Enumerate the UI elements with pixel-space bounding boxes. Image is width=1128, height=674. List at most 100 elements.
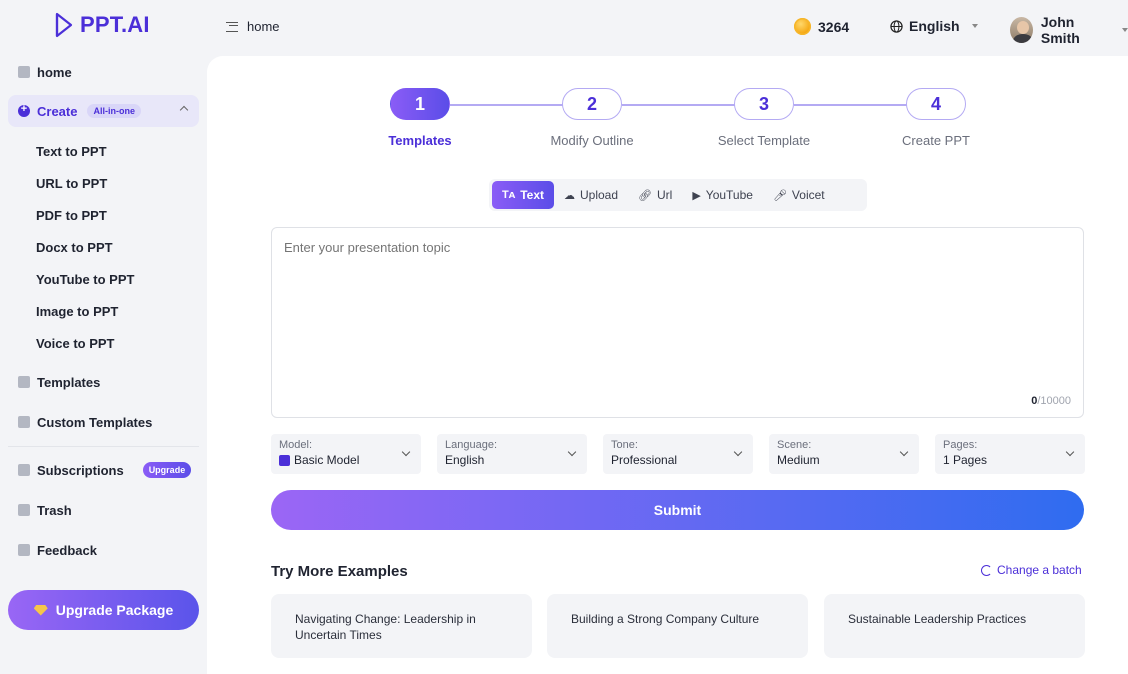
sidebar-subitem-youtube-to-ppt[interactable]: YouTube to PPT: [36, 272, 134, 287]
pages-value: 1 Pages: [943, 453, 988, 467]
character-max: /10000: [1037, 395, 1071, 407]
points-value: 3264: [818, 18, 850, 35]
model-select[interactable]: Model: Basic Model: [271, 434, 421, 474]
feedback-icon: [18, 544, 30, 556]
sidebar-subitem-image-to-ppt[interactable]: Image to PPT: [36, 304, 118, 319]
text-icon: Tᴀ: [502, 189, 516, 201]
sidebar-item-label: Custom Templates: [37, 414, 153, 430]
language-value: English: [445, 453, 485, 467]
language-value: English: [909, 18, 960, 34]
model-label: Model:: [279, 439, 313, 451]
example-card[interactable]: Building a Strong Company Culture: [547, 594, 808, 658]
step-3-indicator[interactable]: 3: [734, 88, 794, 120]
sidebar-divider: [8, 446, 199, 447]
chevron-down-icon: [1122, 28, 1128, 32]
change-batch-button[interactable]: Change a batch: [981, 563, 1082, 577]
upgrade-package-button[interactable]: Upgrade Package: [8, 590, 199, 630]
tab-text[interactable]: Tᴀ Text: [492, 181, 554, 209]
submit-button[interactable]: Submit: [271, 490, 1084, 530]
sidebar-subitem-text-to-ppt[interactable]: Text to PPT: [36, 144, 107, 159]
model-value: Basic Model: [294, 453, 360, 467]
logo[interactable]: PPT.AI: [54, 12, 150, 38]
step-connector: [450, 104, 563, 106]
subscription-icon: [18, 464, 30, 476]
tone-select[interactable]: Tone: Professional: [603, 434, 753, 474]
sidebar-item-label: Feedback: [37, 542, 97, 558]
tab-label: Voicet: [791, 188, 825, 202]
avatar: [1010, 17, 1033, 43]
diamond-icon: [33, 604, 48, 616]
sidebar-item-label: Trash: [37, 502, 72, 518]
refresh-icon: [981, 564, 992, 576]
sidebar-subitem-pdf-to-ppt[interactable]: PDF to PPT: [36, 208, 107, 223]
logo-text: PPT.AI: [80, 12, 150, 37]
breadcrumb[interactable]: home: [226, 19, 280, 34]
step-connector: [794, 104, 907, 106]
sidebar-item-templates[interactable]: Templates: [8, 366, 199, 398]
microphone-icon: 🎤︎: [772, 189, 787, 202]
sidebar-item-label: home: [37, 64, 72, 80]
step-2-indicator[interactable]: 2: [562, 88, 622, 120]
sidebar-item-trash[interactable]: Trash: [8, 494, 199, 526]
step-1-indicator[interactable]: 1: [390, 88, 450, 120]
tab-voice[interactable]: 🎤︎ Voicet: [763, 181, 835, 209]
step-connector: [622, 104, 735, 106]
step-3-label: Select Template: [717, 133, 811, 148]
tone-label: Tone:: [611, 439, 638, 451]
step-4-indicator[interactable]: 4: [906, 88, 966, 120]
layout-icon: [18, 416, 30, 428]
tab-label: Text: [520, 188, 544, 202]
coin-icon: [794, 18, 811, 35]
sidebar-item-feedback[interactable]: Feedback: [8, 534, 199, 566]
chevron-up-icon[interactable]: [179, 105, 189, 115]
example-card[interactable]: Sustainable Leadership Practices: [824, 594, 1085, 658]
tab-label: Upload: [580, 188, 619, 202]
plus-circle-icon: [18, 103, 30, 117]
change-batch-label: Change a batch: [997, 563, 1082, 577]
upgrade-badge[interactable]: Upgrade: [142, 462, 192, 478]
globe-icon: [890, 19, 903, 33]
tab-youtube[interactable]: ▶ YouTube: [682, 181, 763, 209]
templates-icon: [18, 376, 30, 388]
chevron-down-icon: [971, 24, 978, 28]
language-select[interactable]: Language: English: [437, 434, 587, 474]
user-name: John Smith: [1040, 14, 1080, 46]
sidebar-item-custom-templates[interactable]: Custom Templates: [8, 406, 199, 438]
sidebar-item-subscriptions[interactable]: Subscriptions Upgrade: [8, 454, 199, 486]
tone-value: Professional: [611, 453, 678, 467]
breadcrumb-current: home: [247, 19, 280, 34]
trash-icon: [18, 504, 30, 516]
logo-icon: [55, 12, 73, 38]
home-icon: [18, 66, 30, 78]
sidebar-item-label: Subscriptions: [37, 462, 124, 478]
examples-title: Try More Examples: [271, 563, 408, 580]
top-bar: PPT.AI home 3264 English John Smith: [0, 0, 1128, 56]
sidebar-subitem-url-to-ppt[interactable]: URL to PPT: [36, 176, 107, 191]
all-in-one-badge: All-in-one: [87, 104, 141, 118]
menu-toggle-icon[interactable]: [226, 21, 238, 32]
tab-upload[interactable]: ☁ Upload: [554, 181, 628, 209]
sidebar-item-label: Templates: [37, 374, 101, 390]
sidebar-item-label: Create: [37, 103, 78, 119]
step-4-label: Create PPT: [902, 133, 970, 148]
scene-select[interactable]: Scene: Medium: [769, 434, 919, 474]
scene-label: Scene:: [777, 439, 812, 451]
pages-label: Pages:: [943, 439, 978, 451]
sidebar-subitem-docx-to-ppt[interactable]: Docx to PPT: [36, 240, 113, 255]
sidebar-item-create[interactable]: Create All-in-one: [8, 95, 199, 127]
pages-select[interactable]: Pages: 1 Pages: [935, 434, 1085, 474]
sidebar-item-home[interactable]: home: [8, 56, 199, 88]
character-counter: 0/10000: [987, 395, 1071, 407]
example-card[interactable]: Navigating Change: Leadership in Uncerta…: [271, 594, 532, 658]
tab-url[interactable]: 🔗︎ Url: [628, 181, 682, 209]
input-source-tabs: Tᴀ Text ☁ Upload 🔗︎ Url ▶ YouTube 🎤︎ Voi…: [489, 179, 867, 211]
model-icon: [279, 454, 290, 466]
topic-input[interactable]: [271, 227, 1084, 418]
tab-label: YouTube: [705, 188, 753, 202]
points-balance[interactable]: 3264: [794, 18, 849, 35]
upgrade-package-label: Upgrade Package: [55, 602, 174, 618]
sidebar-subitem-voice-to-ppt[interactable]: Voice to PPT: [36, 336, 115, 351]
user-menu[interactable]: John Smith: [1010, 14, 1128, 46]
language-selector[interactable]: English: [890, 18, 978, 34]
youtube-icon: ▶: [692, 189, 701, 202]
